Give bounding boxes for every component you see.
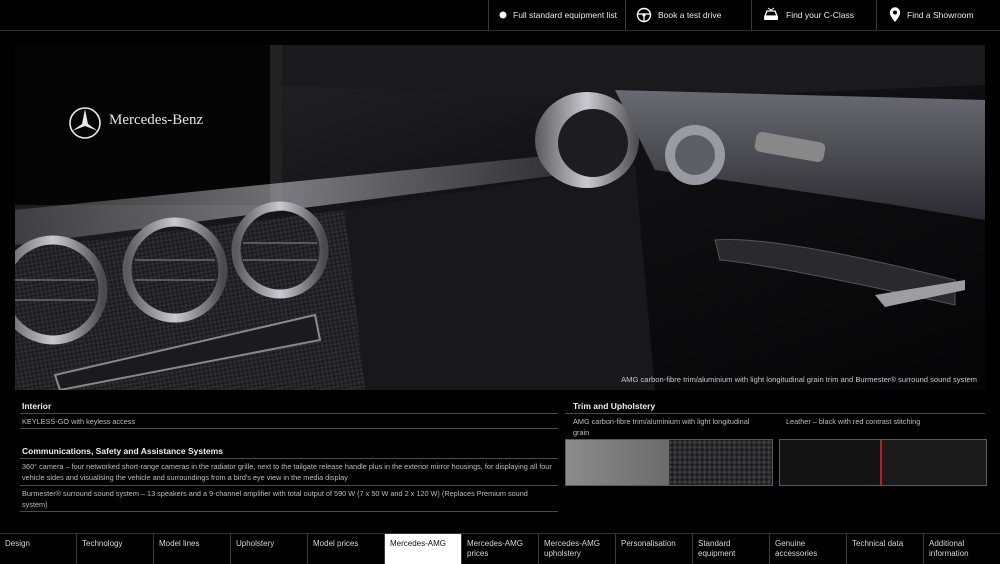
steering-wheel-icon xyxy=(636,7,652,23)
nav-tab-additional-information[interactable]: Additional information xyxy=(923,534,1000,564)
nav-tab-model-lines[interactable]: Model lines xyxy=(153,534,230,564)
interior-item: KEYLESS-GO with keyless access xyxy=(22,417,136,426)
interior-hero-image: Mercedes-Benz AMG carbon-fibre trim/alum… xyxy=(15,45,985,390)
car-icon xyxy=(762,7,780,23)
nav-tab-upholstery[interactable]: Upholstery xyxy=(230,534,307,564)
find-c-class-label: Find your C-Class xyxy=(786,10,855,20)
interior-heading: Interior xyxy=(22,401,52,411)
divider xyxy=(20,428,558,429)
nav-tab-genuine-accessories[interactable]: Genuine accessories xyxy=(769,534,846,564)
communications-item: 360° camera – four networked short-range… xyxy=(22,462,552,482)
brand-wordmark: Mercedes-Benz xyxy=(109,112,204,128)
trim-option-label: AMG carbon-fibre trim/aluminium with lig… xyxy=(573,417,750,437)
nav-tab-mercedes-amg-prices[interactable]: Mercedes-AMG prices xyxy=(461,534,538,564)
nav-tab-standard-equipment[interactable]: Standard equipment xyxy=(692,534,769,564)
hero-caption: AMG carbon-fibre trim/aluminium with lig… xyxy=(621,375,977,384)
book-test-drive-link[interactable]: Book a test drive xyxy=(625,0,750,30)
nav-tab-personalisation[interactable]: Personalisation xyxy=(615,534,692,564)
full-equipment-list-label: Full standard equipment list xyxy=(513,10,617,20)
book-test-drive-label: Book a test drive xyxy=(658,10,722,20)
find-showroom-link[interactable]: Find a Showroom xyxy=(876,0,1000,30)
divider xyxy=(565,413,985,414)
find-c-class-link[interactable]: Find your C-Class xyxy=(751,0,875,30)
nav-tab-model-prices[interactable]: Model prices xyxy=(307,534,384,564)
nav-tab-design[interactable]: Design xyxy=(0,534,76,564)
nav-tab-mercedes-amg-upholstery[interactable]: Mercedes-AMG upholstery xyxy=(538,534,615,564)
dot-icon xyxy=(499,11,507,19)
carbon-aluminium-swatch[interactable] xyxy=(565,439,773,486)
trim-heading: Trim and Upholstery xyxy=(573,401,656,411)
communications-item: Burmester® surround sound system – 13 sp… xyxy=(22,489,528,509)
divider xyxy=(20,485,558,486)
find-showroom-label: Find a Showroom xyxy=(907,10,974,20)
trim-option-label: Leather – black with red contrast stitch… xyxy=(786,417,921,426)
bottom-navigation: Design Technology Model lines Upholstery Mod… xyxy=(0,533,1000,564)
map-pin-icon xyxy=(889,7,901,23)
communications-heading: Communications, Safety and Assistance Sy… xyxy=(22,446,223,456)
nav-tab-technical-data[interactable]: Technical data xyxy=(846,534,923,564)
full-equipment-list-link[interactable]: Full standard equipment list xyxy=(488,0,624,30)
top-bar: Full standard equipment list Book a test… xyxy=(0,0,1000,31)
divider xyxy=(20,458,558,459)
nav-tab-mercedes-amg[interactable]: Mercedes-AMG xyxy=(384,534,461,564)
nav-tab-technology[interactable]: Technology xyxy=(76,534,153,564)
black-leather-swatch[interactable] xyxy=(779,439,987,486)
divider xyxy=(20,511,558,512)
divider xyxy=(20,413,558,414)
